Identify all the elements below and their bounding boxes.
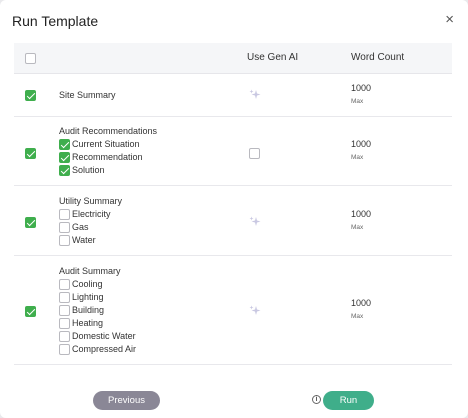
row-checkbox-utility-summary[interactable] bbox=[25, 217, 36, 228]
sub-checkbox[interactable] bbox=[59, 151, 70, 163]
header-word-count: Word Count bbox=[351, 52, 405, 63]
sub-item-current-situation[interactable]: Current Situation bbox=[59, 138, 140, 150]
row-checkbox-site-summary[interactable] bbox=[25, 90, 36, 101]
sub-checkbox[interactable] bbox=[59, 304, 70, 316]
sparkle-icon[interactable] bbox=[249, 216, 261, 228]
run-template-dialog: Run Template × Use Gen AI Word Count Sit… bbox=[0, 0, 468, 418]
sub-checkbox[interactable] bbox=[59, 208, 70, 220]
template-table: Use Gen AI Word Count Site Summary 1000 … bbox=[14, 43, 452, 365]
word-count-value[interactable]: 1000 bbox=[351, 83, 371, 93]
sub-item-cooling[interactable]: Cooling bbox=[59, 278, 103, 290]
sub-item-water[interactable]: Water bbox=[59, 234, 96, 246]
table-row-audit-summary: Audit Summary Cooling Lighting Building … bbox=[14, 256, 452, 365]
sub-item-label: Recommendation bbox=[72, 152, 143, 162]
sub-item-heating[interactable]: Heating bbox=[59, 317, 103, 329]
header-use-gen-ai: Use Gen AI bbox=[247, 52, 299, 63]
sub-checkbox[interactable] bbox=[59, 343, 70, 355]
sub-item-label: Electricity bbox=[72, 209, 111, 219]
sub-item-compressed-air[interactable]: Compressed Air bbox=[59, 343, 136, 355]
table-row-site-summary: Site Summary 1000 Max bbox=[14, 74, 452, 117]
sub-item-label: Water bbox=[72, 235, 96, 245]
sub-item-label: Domestic Water bbox=[72, 331, 136, 341]
word-count-max-label: Max bbox=[351, 313, 364, 320]
word-count-value[interactable]: 1000 bbox=[351, 139, 371, 149]
word-count-max-label: Max bbox=[351, 154, 364, 161]
sub-item-label: Compressed Air bbox=[72, 344, 137, 354]
sub-checkbox[interactable] bbox=[59, 278, 70, 290]
sub-checkbox[interactable] bbox=[59, 138, 70, 150]
select-all-checkbox[interactable] bbox=[25, 53, 36, 64]
row-label-site-summary: Site Summary bbox=[59, 90, 116, 100]
sub-item-solution[interactable]: Solution bbox=[59, 164, 105, 176]
run-button[interactable]: Run bbox=[323, 391, 374, 410]
word-count-max-label: Max bbox=[351, 98, 364, 105]
info-icon[interactable]: i bbox=[312, 395, 321, 404]
row-label-utility-summary: Utility Summary bbox=[59, 196, 123, 206]
row-label-audit-recommendations: Audit Recommendations bbox=[59, 126, 158, 136]
sub-item-label: Heating bbox=[72, 318, 104, 328]
sparkle-icon[interactable] bbox=[249, 89, 261, 101]
sub-item-label: Lighting bbox=[72, 292, 104, 302]
table-row-utility-summary: Utility Summary Electricity Gas Water 10… bbox=[14, 186, 452, 256]
word-count-value[interactable]: 1000 bbox=[351, 298, 371, 308]
sparkle-icon[interactable] bbox=[249, 305, 261, 317]
sub-item-building[interactable]: Building bbox=[59, 304, 104, 316]
table-row-audit-recommendations: Audit Recommendations Current Situation … bbox=[14, 117, 452, 186]
sub-item-gas[interactable]: Gas bbox=[59, 221, 89, 233]
sub-item-electricity[interactable]: Electricity bbox=[59, 208, 111, 220]
gen-ai-checkbox[interactable] bbox=[249, 148, 260, 159]
sub-item-label: Building bbox=[72, 305, 105, 315]
table-header: Use Gen AI Word Count bbox=[14, 43, 452, 74]
sub-checkbox[interactable] bbox=[59, 234, 70, 246]
row-checkbox-audit-summary[interactable] bbox=[25, 306, 36, 317]
dialog-title: Run Template bbox=[12, 13, 99, 29]
sub-item-label: Gas bbox=[72, 222, 89, 232]
previous-button[interactable]: Previous bbox=[93, 391, 160, 410]
sub-item-recommendation[interactable]: Recommendation bbox=[59, 151, 143, 163]
sub-checkbox[interactable] bbox=[59, 291, 70, 303]
sub-item-label: Solution bbox=[72, 165, 105, 175]
sub-item-lighting[interactable]: Lighting bbox=[59, 291, 104, 303]
row-label-audit-summary: Audit Summary bbox=[59, 266, 121, 276]
sub-item-label: Cooling bbox=[72, 279, 103, 289]
word-count-value[interactable]: 1000 bbox=[351, 209, 371, 219]
sub-checkbox[interactable] bbox=[59, 221, 70, 233]
sub-checkbox[interactable] bbox=[59, 317, 70, 329]
sub-checkbox[interactable] bbox=[59, 164, 70, 176]
row-checkbox-audit-recommendations[interactable] bbox=[25, 148, 36, 159]
sub-item-domestic-water[interactable]: Domestic Water bbox=[59, 330, 136, 342]
sub-checkbox[interactable] bbox=[59, 330, 70, 342]
word-count-max-label: Max bbox=[351, 224, 364, 231]
sub-item-label: Current Situation bbox=[72, 139, 140, 149]
close-icon[interactable]: × bbox=[445, 12, 454, 28]
